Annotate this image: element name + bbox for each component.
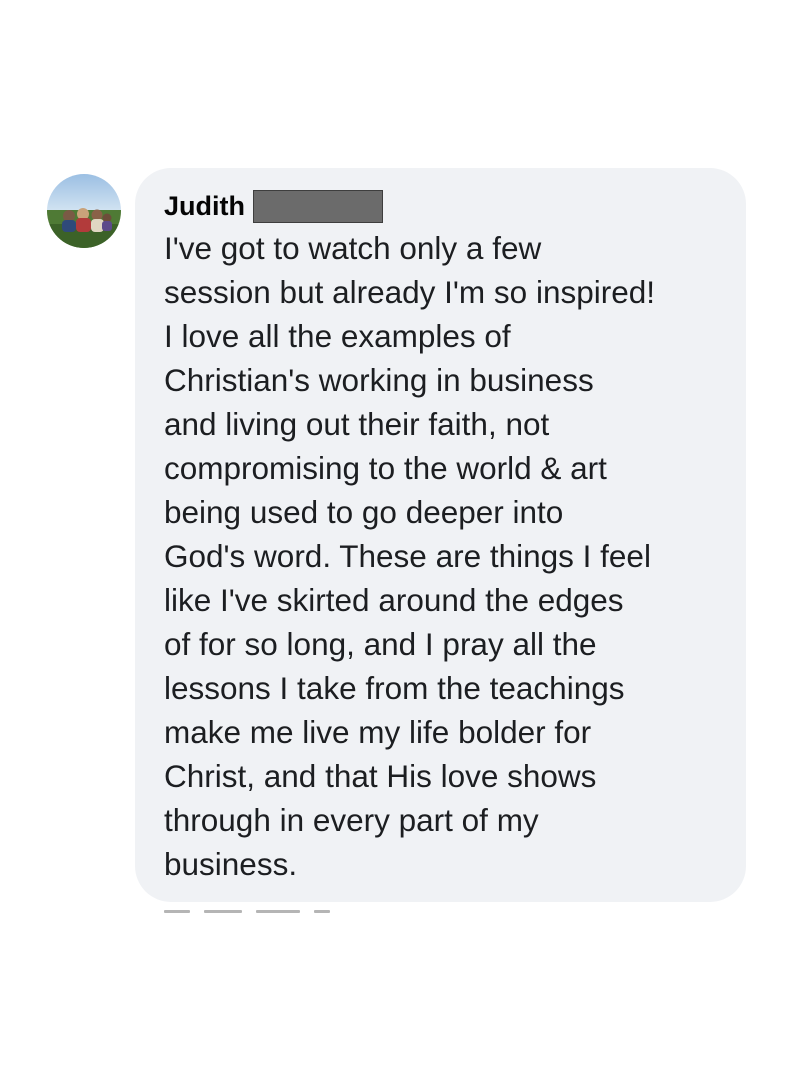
redacted-surname-block (253, 189, 383, 223)
cropped-next-comment-edge (164, 910, 364, 916)
avatar-photo (47, 174, 121, 248)
comment-line: lessons I take from the teachings (164, 670, 625, 706)
comment-line: Christ, and that His love shows (164, 758, 597, 794)
author-name[interactable]: Judith (164, 186, 245, 226)
comment-text: I've got to watch only a few session but… (164, 226, 726, 886)
comment-line: I've got to watch only a few (164, 230, 542, 266)
comment-line: business. (164, 846, 298, 882)
comment-line: and living out their faith, not (164, 406, 550, 442)
comment-line: God's word. These are things I feel (164, 538, 651, 574)
comment-line: Christian's working in business (164, 362, 594, 398)
comment-line: make me live my life bolder for (164, 714, 592, 750)
comment-line: through in every part of my (164, 802, 539, 838)
comment-line: session but already I'm so inspired! (164, 274, 656, 310)
comment-bubble: Judith I've got to watch only a few sess… (135, 168, 746, 902)
comment-author-row: Judith (164, 186, 726, 226)
comment-line: I love all the examples of (164, 318, 511, 354)
comment-line: being used to go deeper into (164, 494, 564, 530)
comment-line: compromising to the world & art (164, 450, 607, 486)
comment-line: of for so long, and I pray all the (164, 626, 597, 662)
comment-line: like I've skirted around the edges (164, 582, 624, 618)
author-avatar[interactable] (47, 174, 121, 248)
